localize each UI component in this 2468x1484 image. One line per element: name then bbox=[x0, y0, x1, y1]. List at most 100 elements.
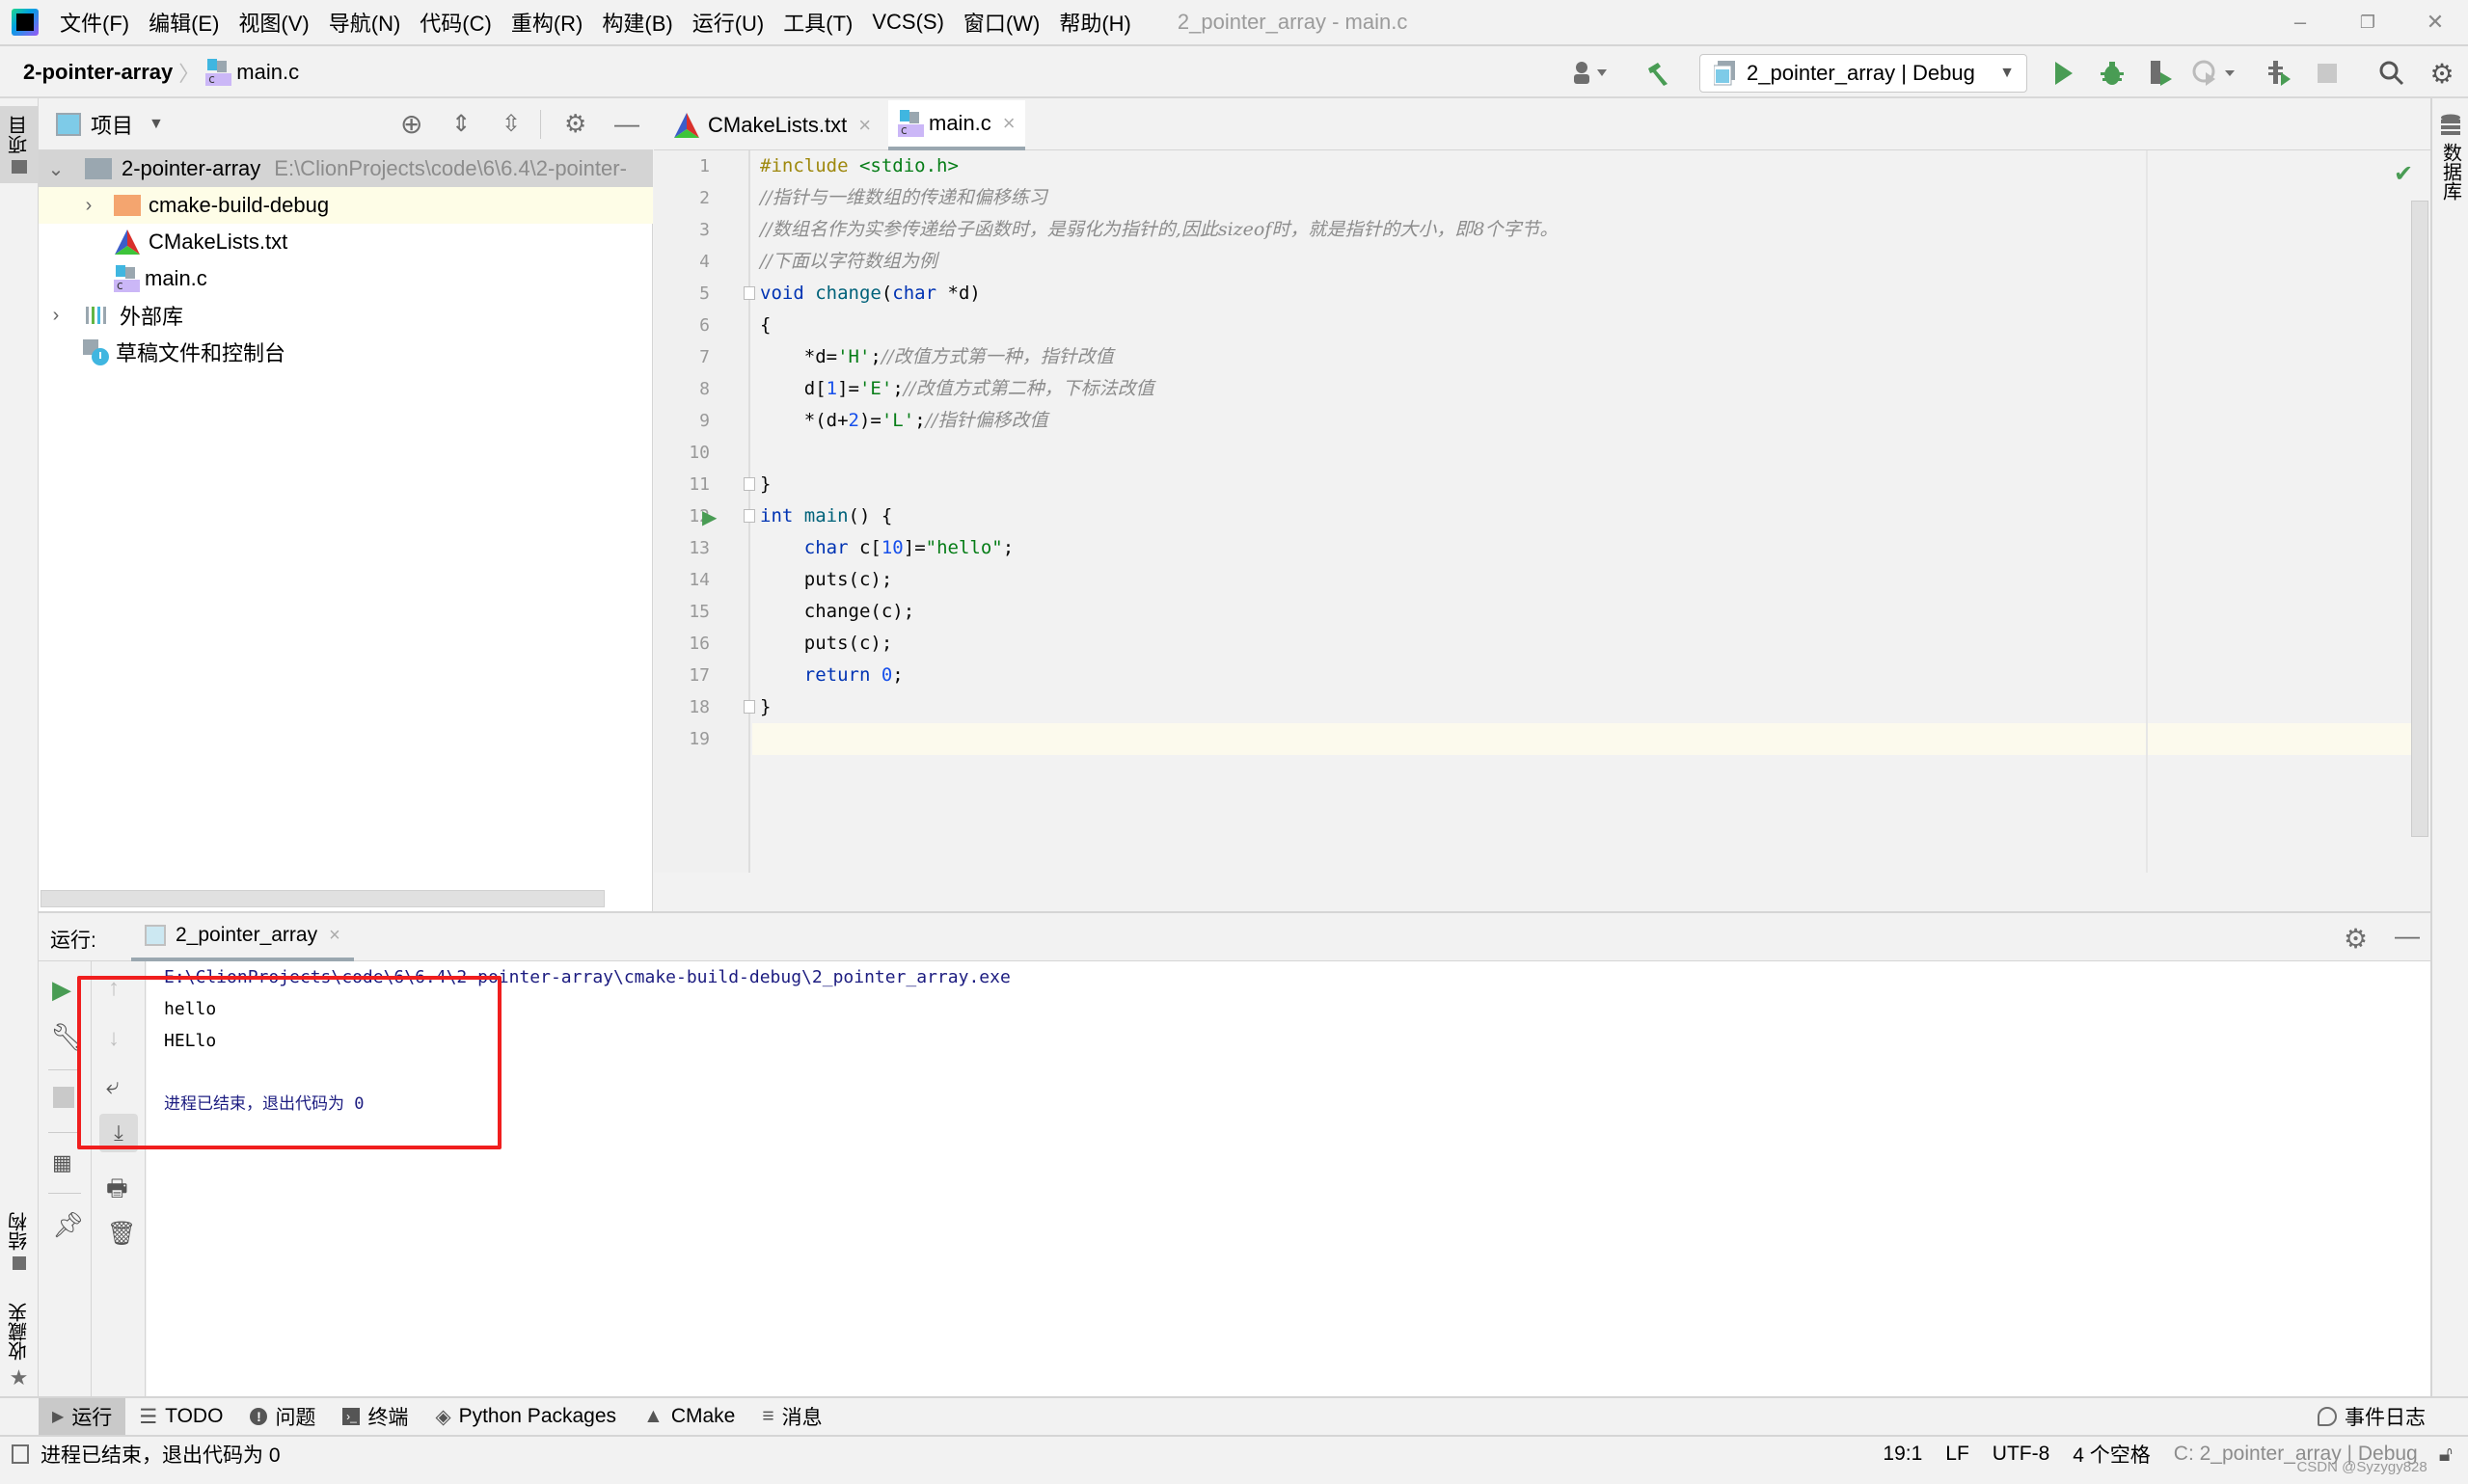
code-line: int main() { bbox=[760, 500, 892, 532]
build-button[interactable] bbox=[1640, 56, 1678, 91]
toolwindow-messages[interactable]: ≡ 消息 bbox=[748, 1398, 835, 1435]
restore-button[interactable]: ❐ bbox=[2339, 6, 2397, 39]
console-output[interactable]: E:\ClionProjects\code\6\6.4\2-pointer-ar… bbox=[147, 961, 2430, 1396]
tree-item-scratches[interactable]: 草稿文件和控制台 bbox=[39, 334, 653, 370]
code-token: *d= bbox=[760, 346, 838, 367]
wrench-icon[interactable]: 🔧︎ bbox=[50, 1021, 85, 1053]
menu-refactor[interactable]: 重构(R) bbox=[511, 7, 583, 38]
code-token: { bbox=[760, 314, 772, 336]
run-tab[interactable]: 2_pointer_array × bbox=[131, 913, 354, 961]
hide-panel-icon[interactable]: — bbox=[614, 109, 639, 139]
trash-icon[interactable]: 🗑︎ bbox=[107, 1220, 136, 1248]
menu-view[interactable]: 视图(V) bbox=[238, 7, 309, 38]
rerun-icon[interactable]: ▶ bbox=[52, 975, 71, 1005]
tree-item-cmake-build-debug[interactable]: › cmake-build-debug bbox=[39, 187, 653, 224]
settings-button[interactable]: ⚙ bbox=[2423, 56, 2461, 91]
fold-marker-icon[interactable] bbox=[744, 509, 755, 523]
run-gutter-icon[interactable]: ▶ bbox=[702, 505, 717, 529]
tab-cmakelists[interactable]: CMakeLists.txt × bbox=[664, 100, 881, 150]
file-encoding[interactable]: UTF-8 bbox=[1993, 1443, 2050, 1466]
fold-marker-icon[interactable] bbox=[744, 477, 755, 491]
resolve-context[interactable]: C: 2_pointer_array | Debug CSDN @Syzygy8… bbox=[2174, 1443, 2427, 1475]
config-icon bbox=[1714, 61, 1735, 86]
collapse-all-icon[interactable]: ⇳ bbox=[502, 110, 521, 138]
toolwindow-event-log[interactable]: 事件日志 bbox=[2304, 1398, 2439, 1435]
toolwindow-label: CMake bbox=[670, 1405, 736, 1427]
menu-window[interactable]: 窗口(W) bbox=[963, 7, 1040, 38]
stripe-tab-favorites[interactable]: ★ 收藏夹 bbox=[4, 1294, 35, 1390]
layout-icon[interactable]: ▦ bbox=[52, 1150, 72, 1175]
pin-icon[interactable]: 📌︎ bbox=[52, 1210, 84, 1240]
menu-file[interactable]: 文件(F) bbox=[60, 7, 129, 38]
status-toggle-icon[interactable] bbox=[12, 1444, 29, 1464]
tab-main-c[interactable]: main.c × bbox=[888, 100, 1025, 150]
fold-marker-icon[interactable] bbox=[744, 286, 755, 300]
breadcrumb-project[interactable]: 2-pointer-array bbox=[23, 60, 173, 85]
arrow-up-icon[interactable]: ↑ bbox=[108, 975, 120, 1002]
tree-item-cmakelists[interactable]: CMakeLists.txt bbox=[39, 224, 653, 260]
run-button[interactable] bbox=[2047, 56, 2081, 91]
stripe-tab-project[interactable]: 项目 bbox=[0, 106, 39, 183]
tree-item-external-libraries[interactable]: › 外部库 bbox=[39, 297, 653, 334]
line-number: 13 bbox=[689, 538, 710, 558]
close-window-button[interactable]: ✕ bbox=[2406, 6, 2464, 39]
breadcrumb-file[interactable]: main.c bbox=[236, 60, 299, 85]
toolwindow-run[interactable]: ▶ 运行 bbox=[39, 1398, 126, 1435]
tree-item-project-root[interactable]: ⌄ 2-pointer-array E:\ClionProjects\code\… bbox=[39, 150, 653, 187]
indent-setting[interactable]: 4 个空格 bbox=[2073, 1440, 2151, 1469]
stripe-tab-structure[interactable]: 结构 bbox=[4, 1178, 35, 1270]
menu-vcs[interactable]: VCS(S) bbox=[872, 10, 944, 35]
toolwindow-todo[interactable]: ☰ TODO bbox=[125, 1398, 236, 1435]
horizontal-scrollbar[interactable] bbox=[41, 890, 605, 907]
stop-icon[interactable] bbox=[53, 1087, 74, 1108]
menu-code[interactable]: 代码(C) bbox=[420, 7, 492, 38]
scroll-to-end-button[interactable]: ⤓ bbox=[99, 1114, 138, 1152]
run-with-coverage-button[interactable] bbox=[2141, 56, 2180, 91]
project-view-selector[interactable]: 项目 bbox=[91, 109, 133, 140]
gear-icon[interactable]: ⚙ bbox=[2344, 923, 2368, 955]
toolwindow-cmake[interactable]: ▲ CMake bbox=[630, 1398, 748, 1435]
fold-marker-icon[interactable] bbox=[744, 700, 755, 714]
menu-edit[interactable]: 编辑(E) bbox=[149, 7, 219, 38]
menu-help[interactable]: 帮助(H) bbox=[1059, 7, 1131, 38]
code-token: //改值方式第二种，下标法改值 bbox=[903, 378, 1154, 399]
vertical-scrollbar[interactable] bbox=[2411, 201, 2428, 837]
print-icon[interactable]: 🖶 bbox=[106, 1172, 128, 1211]
debug-button[interactable] bbox=[2093, 56, 2131, 91]
run-configuration-selector[interactable]: 2_pointer_array | Debug ▼ bbox=[1699, 54, 2027, 93]
stop-button[interactable] bbox=[2310, 56, 2345, 91]
chevron-right-icon[interactable]: › bbox=[79, 195, 98, 217]
attach-debugger-button[interactable] bbox=[2262, 56, 2296, 91]
unlock-icon[interactable]: 🔓︎ bbox=[2439, 1442, 2453, 1467]
toolwindow-problems[interactable]: ! 问题 bbox=[236, 1398, 329, 1435]
toolwindow-python-packages[interactable]: ◈ Python Packages bbox=[421, 1398, 630, 1435]
toolwindow-terminal[interactable]: ›_ 终端 bbox=[329, 1398, 421, 1435]
chevron-down-icon[interactable]: ▼ bbox=[149, 116, 164, 133]
chevron-right-icon[interactable]: › bbox=[46, 305, 66, 327]
code-line: //下面以字符数组为例 bbox=[760, 246, 937, 278]
caret-position[interactable]: 19:1 bbox=[1883, 1443, 1922, 1466]
menu-build[interactable]: 构建(B) bbox=[602, 7, 672, 38]
inspection-ok-icon[interactable]: ✔ bbox=[2394, 160, 2413, 188]
vcs-user-button[interactable] bbox=[1567, 56, 1615, 91]
gear-icon[interactable]: ⚙ bbox=[564, 109, 586, 139]
line-separator[interactable]: LF bbox=[1945, 1443, 1969, 1466]
search-everywhere-button[interactable] bbox=[2373, 56, 2411, 91]
minimize-button[interactable]: – bbox=[2271, 6, 2329, 39]
stripe-tab-database[interactable]: 数据库 bbox=[2436, 114, 2465, 201]
menu-tools[interactable]: 工具(T) bbox=[783, 7, 853, 38]
arrow-down-icon[interactable]: ↓ bbox=[108, 1025, 120, 1052]
run-config-label: 2_pointer_array | Debug bbox=[1747, 61, 1975, 85]
locate-file-icon[interactable]: ⊕ bbox=[400, 108, 422, 140]
close-tab-icon[interactable]: × bbox=[329, 925, 340, 947]
menu-navigate[interactable]: 导航(N) bbox=[329, 7, 401, 38]
chevron-down-icon[interactable]: ⌄ bbox=[46, 157, 66, 181]
expand-all-icon[interactable]: ⇕ bbox=[451, 110, 471, 138]
profile-button[interactable] bbox=[2187, 56, 2245, 91]
close-tab-icon[interactable]: × bbox=[858, 113, 871, 138]
tree-item-main-c[interactable]: main.c bbox=[39, 260, 653, 297]
close-tab-icon[interactable]: × bbox=[1003, 111, 1016, 136]
soft-wrap-icon[interactable]: ⤶ bbox=[106, 1073, 119, 1100]
menu-run[interactable]: 运行(U) bbox=[692, 7, 765, 38]
hide-panel-icon[interactable]: — bbox=[2395, 921, 2420, 951]
